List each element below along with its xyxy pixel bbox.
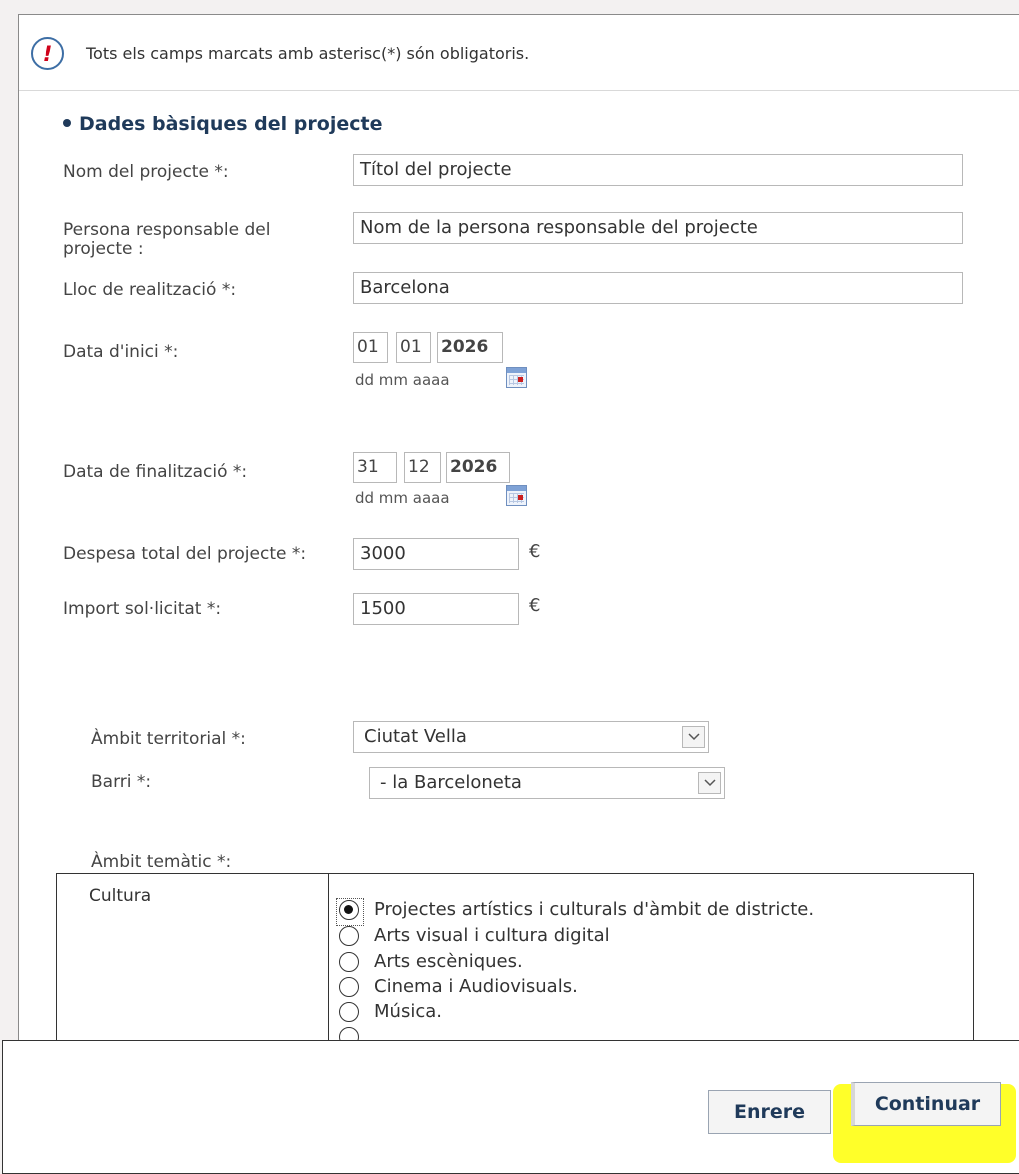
theme-category: Cultura <box>89 886 152 906</box>
radio-icon[interactable] <box>339 952 359 972</box>
end-month-input[interactable]: 12 <box>404 452 441 483</box>
chevron-down-icon[interactable] <box>682 726 705 748</box>
territorial-label: Àmbit territorial *: <box>91 729 246 749</box>
responsible-input[interactable]: Nom de la persona responsable del projec… <box>353 212 963 244</box>
responsible-label: Persona responsable del projecte : <box>63 220 271 259</box>
barri-label: Barri *: <box>91 772 152 792</box>
radio-icon[interactable] <box>339 977 359 997</box>
requested-input[interactable]: 1500 <box>353 593 519 625</box>
start-day-input[interactable]: 01 <box>353 332 388 363</box>
bullet-icon <box>63 118 71 127</box>
continue-button[interactable]: Continuar <box>851 1082 1001 1126</box>
start-year-input[interactable]: 2026 <box>437 332 503 363</box>
radio-icon[interactable] <box>339 1002 359 1022</box>
territorial-value: Ciutat Vella <box>364 726 467 747</box>
total-cost-label: Despesa total del projecte *: <box>63 544 307 564</box>
start-calendar-icon[interactable] <box>506 367 527 388</box>
barri-select[interactable]: - la Barceloneta <box>369 767 725 799</box>
location-label: Lloc de realització *: <box>63 280 237 300</box>
end-date-label: Data de finalització *: <box>63 462 248 482</box>
required-notice: ! Tots els camps marcats amb asterisc(*)… <box>19 15 1019 91</box>
section-title: Dades bàsiques del projecte <box>63 113 382 135</box>
notice-text: Tots els camps marcats amb asterisc(*) s… <box>86 44 530 63</box>
barri-value: - la Barceloneta <box>380 772 522 793</box>
thematic-label: Àmbit temàtic *: <box>91 852 232 872</box>
back-button[interactable]: Enrere <box>708 1090 831 1134</box>
theme-option-label: Arts escèniques. <box>374 951 523 972</box>
theme-option-label: Música. <box>374 1001 442 1022</box>
end-calendar-icon[interactable] <box>506 485 527 506</box>
theme-option-label: Arts visual i cultura digital <box>374 925 610 946</box>
project-name-input[interactable]: Títol del projecte <box>353 154 963 186</box>
exclamation-icon: ! <box>31 37 64 70</box>
start-month-input[interactable]: 01 <box>396 332 431 363</box>
radio-icon[interactable] <box>339 926 359 946</box>
start-date-label: Data d'inici *: <box>63 342 179 362</box>
chevron-down-icon[interactable] <box>698 772 721 794</box>
section-title-text: Dades bàsiques del projecte <box>79 113 383 135</box>
location-input[interactable]: Barcelona <box>353 272 963 304</box>
requested-label: Import sol·licitat *: <box>63 599 222 619</box>
theme-option-label: Projectes artístics i culturals d'àmbit … <box>374 899 815 920</box>
total-cost-unit: € <box>529 541 541 562</box>
requested-unit: € <box>529 595 541 616</box>
project-name-label: Nom del projecte *: <box>63 162 229 182</box>
theme-option-label: Cinema i Audiovisuals. <box>374 976 578 997</box>
end-day-input[interactable]: 31 <box>353 452 397 483</box>
focus-ring <box>336 898 364 926</box>
radio-selected-icon[interactable] <box>336 898 364 926</box>
total-cost-input[interactable]: 3000 <box>353 538 519 570</box>
end-date-format: dd mm aaaa <box>355 489 450 507</box>
territorial-select[interactable]: Ciutat Vella <box>353 721 709 753</box>
start-date-format: dd mm aaaa <box>355 371 450 389</box>
end-year-input[interactable]: 2026 <box>446 452 510 483</box>
